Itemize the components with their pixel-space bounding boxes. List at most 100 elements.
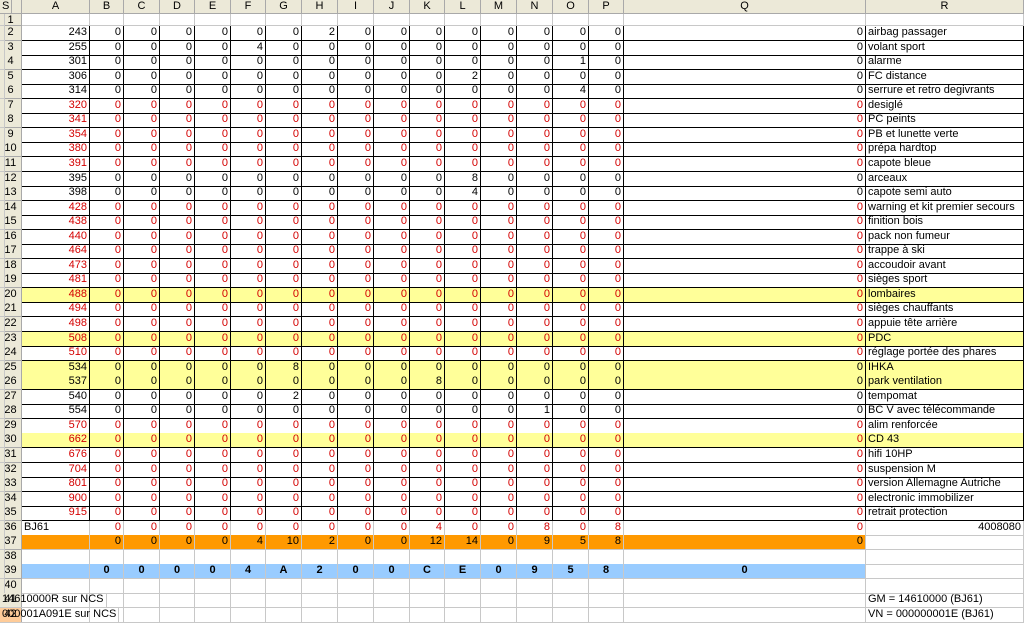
- value-cell[interactable]: 0: [553, 142, 589, 157]
- value-cell[interactable]: 0: [338, 172, 374, 187]
- value-cell[interactable]: 0: [374, 288, 410, 303]
- grid-cell[interactable]: [124, 608, 160, 623]
- value-cell[interactable]: 0: [90, 302, 124, 317]
- sum-cell[interactable]: 0: [302, 521, 338, 536]
- value-cell[interactable]: 0: [124, 332, 160, 347]
- grid-cell[interactable]: [0, 346, 5, 361]
- value-cell[interactable]: 0: [338, 201, 374, 216]
- value-cell[interactable]: 0: [374, 317, 410, 332]
- value-cell[interactable]: 0: [624, 419, 866, 434]
- option-code-cell[interactable]: 341: [22, 113, 90, 128]
- value-cell[interactable]: 0: [624, 361, 866, 376]
- value-cell[interactable]: 8: [410, 375, 445, 390]
- value-cell[interactable]: 0: [195, 157, 231, 172]
- value-cell[interactable]: 0: [338, 55, 374, 70]
- option-code-cell[interactable]: 676: [22, 448, 90, 463]
- value-cell[interactable]: 0: [160, 375, 195, 390]
- value-cell[interactable]: 0: [160, 230, 195, 245]
- value-cell[interactable]: 0: [90, 448, 124, 463]
- value-cell[interactable]: 0: [374, 172, 410, 187]
- value-cell[interactable]: 0: [195, 346, 231, 361]
- value-cell[interactable]: 0: [195, 433, 231, 448]
- value-cell[interactable]: 0: [624, 113, 866, 128]
- option-label-cell[interactable]: desiglé: [866, 99, 1024, 114]
- value-cell[interactable]: 0: [481, 41, 517, 56]
- value-cell[interactable]: 0: [517, 288, 553, 303]
- grid-cell[interactable]: [160, 593, 195, 608]
- option-code-cell[interactable]: 320: [22, 99, 90, 114]
- value-cell[interactable]: 0: [266, 259, 302, 274]
- value-cell[interactable]: 0: [195, 492, 231, 507]
- value-cell[interactable]: 0: [374, 302, 410, 317]
- hex-cell[interactable]: 4: [231, 564, 266, 579]
- grid-cell[interactable]: [195, 14, 231, 26]
- value-cell[interactable]: 0: [338, 361, 374, 376]
- option-code-cell[interactable]: 301: [22, 55, 90, 70]
- value-cell[interactable]: 0: [302, 463, 338, 478]
- value-cell[interactable]: 0: [231, 361, 266, 376]
- value-cell[interactable]: 0: [445, 288, 481, 303]
- value-cell[interactable]: 0: [517, 84, 553, 99]
- value-cell[interactable]: 0: [624, 492, 866, 507]
- value-cell[interactable]: 0: [589, 113, 624, 128]
- value-cell[interactable]: 0: [160, 215, 195, 230]
- column-header-e[interactable]: E: [195, 0, 231, 14]
- total-cell[interactable]: 12: [410, 535, 445, 550]
- value-cell[interactable]: 0: [589, 259, 624, 274]
- value-cell[interactable]: 0: [624, 26, 866, 41]
- value-cell[interactable]: 0: [160, 506, 195, 521]
- value-cell[interactable]: 0: [90, 244, 124, 259]
- value-cell[interactable]: 0: [445, 273, 481, 288]
- value-cell[interactable]: 0: [624, 157, 866, 172]
- value-cell[interactable]: 0: [231, 99, 266, 114]
- value-cell[interactable]: 0: [553, 375, 589, 390]
- grid-cell[interactable]: [338, 550, 374, 565]
- value-cell[interactable]: 0: [90, 113, 124, 128]
- value-cell[interactable]: 0: [231, 390, 266, 405]
- value-cell[interactable]: 0: [160, 419, 195, 434]
- value-cell[interactable]: 0: [160, 346, 195, 361]
- value-cell[interactable]: 0: [553, 70, 589, 85]
- value-cell[interactable]: 0: [445, 506, 481, 521]
- value-cell[interactable]: 0: [589, 317, 624, 332]
- column-header-l[interactable]: L: [445, 0, 481, 14]
- grid-cell[interactable]: [553, 550, 589, 565]
- total-cell[interactable]: [22, 535, 90, 550]
- value-cell[interactable]: 0: [553, 230, 589, 245]
- value-cell[interactable]: 0: [266, 302, 302, 317]
- value-cell[interactable]: 0: [445, 157, 481, 172]
- value-cell[interactable]: 0: [231, 230, 266, 245]
- value-cell[interactable]: 0: [124, 492, 160, 507]
- option-label-cell[interactable]: appuie tête arrière: [866, 317, 1024, 332]
- value-cell[interactable]: 0: [90, 128, 124, 143]
- value-cell[interactable]: 1: [553, 55, 589, 70]
- value-cell[interactable]: 0: [445, 128, 481, 143]
- grid-cell[interactable]: [517, 550, 553, 565]
- value-cell[interactable]: 0: [231, 433, 266, 448]
- value-cell[interactable]: 0: [589, 201, 624, 216]
- value-cell[interactable]: 0: [410, 128, 445, 143]
- value-cell[interactable]: 0: [124, 186, 160, 201]
- value-cell[interactable]: 0: [338, 332, 374, 347]
- value-cell[interactable]: 4: [445, 186, 481, 201]
- option-code-cell[interactable]: 354: [22, 128, 90, 143]
- value-cell[interactable]: 0: [338, 70, 374, 85]
- option-code-cell[interactable]: 570: [22, 419, 90, 434]
- value-cell[interactable]: 0: [195, 230, 231, 245]
- grid-cell[interactable]: [0, 244, 5, 259]
- value-cell[interactable]: 0: [445, 361, 481, 376]
- value-cell[interactable]: 0: [160, 332, 195, 347]
- value-cell[interactable]: 0: [124, 215, 160, 230]
- total-cell[interactable]: 8: [589, 535, 624, 550]
- value-cell[interactable]: 0: [445, 201, 481, 216]
- grid-cell[interactable]: [0, 215, 5, 230]
- value-cell[interactable]: 0: [160, 26, 195, 41]
- value-cell[interactable]: 0: [624, 317, 866, 332]
- value-cell[interactable]: 0: [302, 332, 338, 347]
- value-cell[interactable]: 0: [624, 142, 866, 157]
- grid-cell[interactable]: [22, 579, 90, 594]
- grid-cell[interactable]: [338, 14, 374, 26]
- value-cell[interactable]: 0: [589, 404, 624, 419]
- value-cell[interactable]: 0: [302, 201, 338, 216]
- value-cell[interactable]: 0: [410, 70, 445, 85]
